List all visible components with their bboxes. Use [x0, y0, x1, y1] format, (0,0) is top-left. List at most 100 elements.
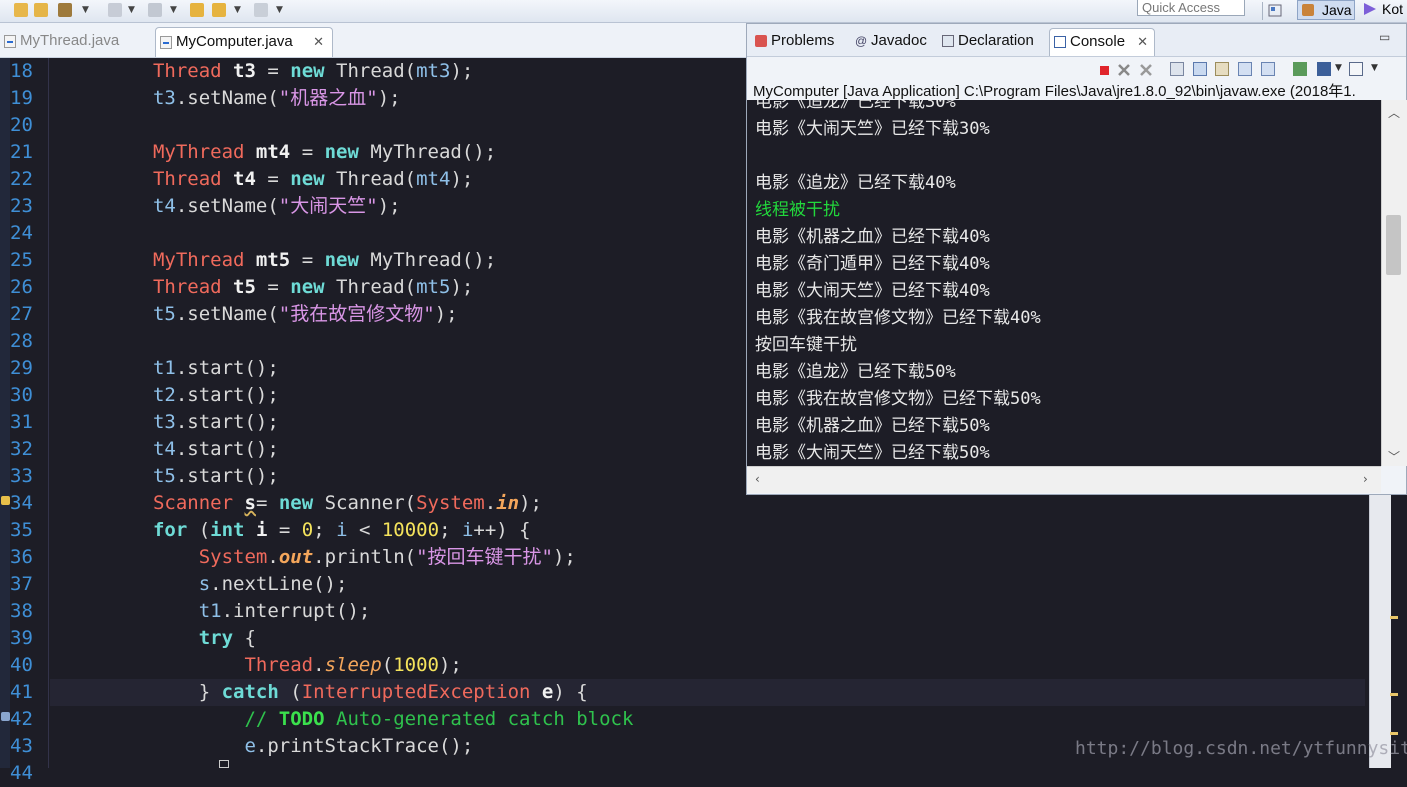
line-number: 21: [10, 141, 33, 163]
console-tab-bar: Problems @ Javadoc Declaration Console ✕…: [747, 24, 1406, 57]
line-number: 32: [10, 438, 33, 460]
number-literal: 0: [301, 519, 314, 541]
line-number: 41: [10, 681, 33, 703]
tab-label: Console: [1070, 33, 1126, 50]
console-output-line: 按回车键干扰: [755, 335, 857, 355]
line-number: 27: [10, 303, 33, 325]
console-output-line: 电影《我在故宫修文物》已经下载50%: [755, 389, 1041, 409]
line-number: 22: [10, 168, 33, 190]
overview-marker[interactable]: [1390, 732, 1398, 735]
remove-launch-icon[interactable]: [1117, 62, 1131, 76]
scroll-lock-icon[interactable]: [1193, 62, 1207, 76]
console-vertical-scrollbar[interactable]: ︿ ﹀: [1381, 100, 1407, 466]
main-toolbar: ▼ ▼ ▼ ▼ ▼ Quick Access Java Kot: [0, 0, 1407, 23]
scroll-left-icon[interactable]: ‹: [755, 472, 760, 486]
comment-text: Auto-generated catch block: [324, 708, 634, 730]
tab-label: Javadoc: [871, 32, 927, 49]
kotlin-icon: [1364, 3, 1376, 15]
line-number: 37: [10, 573, 33, 595]
tab-label: Problems: [771, 32, 835, 49]
tab-javadoc[interactable]: @ Javadoc: [851, 28, 935, 56]
chevron-down-icon[interactable]: ▼: [234, 5, 241, 15]
save-icon[interactable]: [14, 3, 28, 17]
tab-label: MyComputer.java: [176, 33, 293, 50]
chevron-down-icon[interactable]: ▼: [1371, 63, 1378, 73]
perspective-kotlin-button[interactable]: Kot: [1362, 0, 1407, 20]
line-number: 40: [10, 654, 33, 676]
line-number: 36: [10, 546, 33, 568]
console-output[interactable]: 电影《追龙》已经下载30% 电影《大闹天竺》已经下载30% 电影《追龙》已经下载40…: [747, 100, 1381, 466]
line-number: 29: [10, 357, 33, 379]
perspective-java-label: Java: [1322, 2, 1352, 18]
new-file-icon[interactable]: [108, 3, 122, 17]
console-process-label: MyComputer [Java Application] C:\Program…: [753, 83, 1356, 100]
show-on-output-icon[interactable]: [1238, 62, 1252, 76]
string-literal: "机器之血": [278, 87, 378, 109]
line-number: 39: [10, 627, 33, 649]
tab-problems[interactable]: Problems: [751, 28, 849, 56]
search-icon[interactable]: [148, 3, 162, 17]
chevron-down-icon[interactable]: ▼: [276, 5, 283, 15]
code-line: // TODO Auto-generated catch block: [244, 708, 634, 730]
line-number: 43: [10, 735, 33, 757]
todo-tag: TODO: [278, 708, 325, 730]
back-edit-icon[interactable]: [190, 3, 204, 17]
fold-icon[interactable]: [219, 760, 229, 768]
close-icon[interactable]: ✕: [313, 28, 324, 56]
number-literal: 1000: [393, 654, 439, 676]
console-horizontal-scrollbar[interactable]: ‹ ›: [747, 466, 1381, 493]
clear-console-icon[interactable]: [1170, 62, 1184, 76]
tab-declaration[interactable]: Declaration: [938, 28, 1046, 56]
task-icon[interactable]: [1, 712, 10, 721]
line-number: 28: [10, 330, 33, 352]
console-output-line: 电影《机器之血》已经下载50%: [755, 416, 990, 436]
open-perspective-icon[interactable]: [1268, 3, 1283, 17]
perspective-java-button[interactable]: Java: [1297, 0, 1355, 20]
string-literal: "按回车键干扰": [416, 546, 553, 568]
line-number: 25: [10, 249, 33, 271]
pin-console-icon[interactable]: [1293, 62, 1307, 76]
minimize-icon[interactable]: ▭: [1379, 30, 1390, 44]
warning-icon[interactable]: [1, 496, 10, 505]
chevron-down-icon[interactable]: ▼: [128, 5, 135, 15]
string-literal: "大闹天竺": [278, 195, 378, 217]
line-number: 35: [10, 519, 33, 541]
scroll-right-icon[interactable]: ›: [1363, 472, 1368, 486]
tab-mythread-java[interactable]: MyThread.java: [0, 27, 150, 57]
show-on-error-icon[interactable]: [1261, 62, 1275, 76]
open-folder-icon[interactable]: [34, 3, 48, 17]
gutter-marker-bar: [0, 58, 10, 768]
display-console-icon[interactable]: [1317, 62, 1331, 76]
console-output-line: 电影《追龙》已经下载50%: [755, 362, 956, 382]
scroll-down-icon[interactable]: ﹀: [1388, 448, 1400, 465]
forward-arrow-icon[interactable]: [254, 3, 268, 17]
code-line: try {: [198, 627, 256, 649]
line-number: 18: [10, 60, 33, 82]
tab-mycomputer-java[interactable]: MyComputer.java ✕: [155, 27, 333, 57]
tab-console[interactable]: Console ✕: [1049, 28, 1155, 56]
remove-all-icon[interactable]: [1139, 62, 1153, 76]
chevron-down-icon[interactable]: ▼: [82, 5, 89, 15]
line-number: 26: [10, 276, 33, 298]
back-arrow-icon[interactable]: [212, 3, 226, 17]
overview-marker[interactable]: [1390, 693, 1398, 696]
console-output-line: 电影《追龙》已经下载40%: [755, 173, 956, 193]
string-literal: "我在故宫修文物": [278, 303, 435, 325]
quick-access-input[interactable]: Quick Access: [1137, 0, 1245, 16]
editor-tab-bar: MyThread.java MyComputer.java ✕: [0, 23, 748, 58]
wizard-icon[interactable]: [58, 3, 72, 17]
new-console-icon[interactable]: [1349, 62, 1363, 76]
line-number: 33: [10, 465, 33, 487]
line-number: 42: [10, 708, 33, 730]
scrollbar-thumb[interactable]: [1386, 215, 1401, 275]
word-wrap-icon[interactable]: [1215, 62, 1229, 76]
chevron-down-icon[interactable]: ▼: [170, 5, 177, 15]
close-icon[interactable]: ✕: [1137, 29, 1148, 55]
scroll-up-icon[interactable]: ︿: [1388, 104, 1400, 121]
chevron-down-icon[interactable]: ▼: [1335, 63, 1342, 73]
code-line: Thread.sleep(1000);: [244, 654, 462, 676]
terminate-icon[interactable]: [1097, 62, 1111, 76]
overview-marker[interactable]: [1390, 616, 1398, 619]
java-perspective-icon: [1302, 4, 1314, 16]
